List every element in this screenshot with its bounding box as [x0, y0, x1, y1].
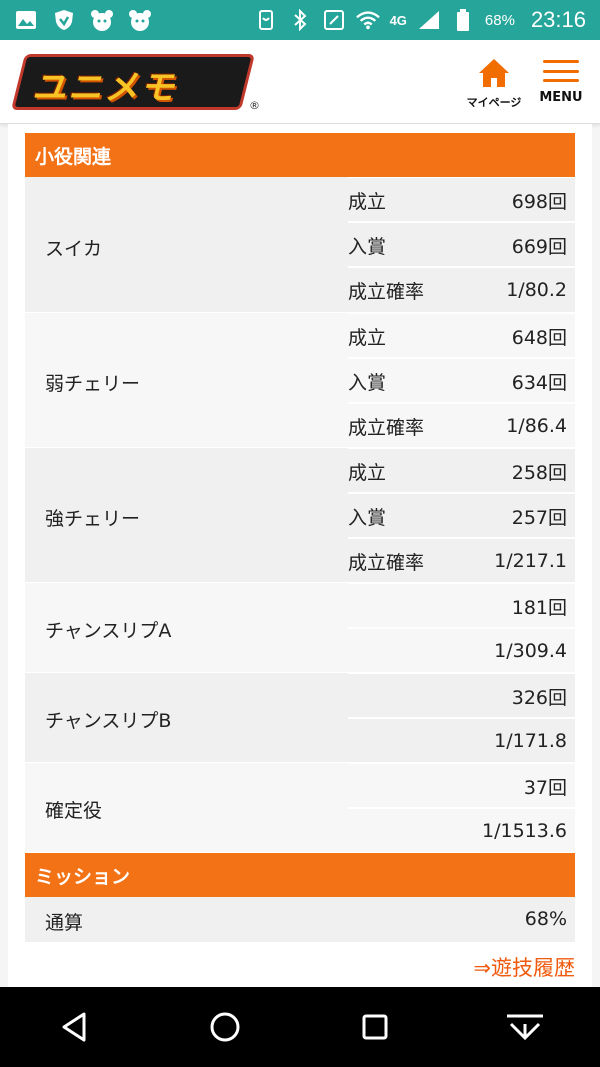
role-name: チャンスリプB [45, 710, 172, 732]
stat-label: 成立確率 [348, 280, 425, 303]
stat-row: 成立 258回 [348, 448, 575, 493]
stat-row: 入賞 669回 [348, 222, 575, 267]
bear-app-icon-2 [128, 9, 152, 31]
stat-value: 698回 [511, 190, 567, 213]
stat-value: 1/309.4 [494, 640, 567, 662]
stat-row: 1/1513.6 [348, 808, 575, 853]
role-name: 強チェリー [45, 508, 141, 530]
mypage-label: マイページ [466, 96, 522, 109]
app-header: ユニメモ ® マイページ MENU [0, 40, 600, 124]
stat-label: 成立 [348, 326, 387, 349]
vibrate-icon [254, 9, 278, 31]
battery-icon [451, 9, 475, 31]
stat-value: 1/217.1 [494, 550, 567, 572]
bear-app-icon [90, 9, 114, 31]
stat-value: 634回 [511, 371, 567, 394]
recents-button[interactable] [345, 997, 405, 1057]
stat-row: 成立 648回 [348, 313, 575, 358]
role-group: 確定役 37回 1/1513.6 [25, 763, 575, 852]
home-circle-icon [210, 1012, 240, 1042]
pull-down-icon [507, 1014, 543, 1041]
bluetooth-icon [288, 9, 312, 31]
nfc-icon [322, 9, 346, 31]
stat-label: 成立 [348, 461, 387, 484]
stats-card: 小役関連 スイカ 成立 698回 入賞 669回 成立確率 1/80.2 弱チェリー … [8, 124, 592, 987]
logo-text: ユニメモ [32, 68, 176, 108]
mission-label: 通算 [45, 912, 84, 934]
stat-row: 成立確率 1/80.2 [348, 267, 575, 312]
stat-value: 1/80.2 [506, 279, 567, 301]
home-icon [479, 59, 509, 87]
stat-value: 648回 [511, 326, 567, 349]
role-name: 弱チェリー [45, 373, 141, 395]
stat-value: 326回 [511, 686, 567, 709]
stat-row: 37回 [348, 763, 575, 808]
role-group: 強チェリー 成立 258回 入賞 257回 成立確率 1/217.1 [25, 448, 575, 582]
stat-label: 入賞 [348, 371, 387, 394]
stat-row: 成立確率 1/86.4 [348, 403, 575, 448]
role-name: 確定役 [45, 800, 103, 822]
stat-value: 669回 [511, 235, 567, 258]
wifi-icon [355, 9, 380, 31]
back-button[interactable] [45, 997, 105, 1057]
mission-value: 68% [524, 908, 567, 930]
shield-icon [52, 9, 76, 31]
menu-button[interactable]: MENU [536, 56, 586, 105]
section-header-small-roles: 小役関連 [25, 133, 575, 177]
section-header-mission: ミッション [25, 853, 575, 897]
stat-value: 37回 [523, 776, 567, 799]
role-name: スイカ [45, 238, 103, 260]
notification-pull-button[interactable] [495, 997, 555, 1057]
role-group: スイカ 成立 698回 入賞 669回 成立確率 1/80.2 [25, 177, 575, 312]
play-history-link[interactable]: ⇒遊技履歴 [473, 952, 575, 982]
stat-label: 成立確率 [348, 416, 425, 439]
role-name: チャンスリプA [45, 620, 172, 642]
mypage-button[interactable]: マイページ [466, 56, 522, 110]
signal-icon [417, 9, 441, 31]
stat-value: 257回 [511, 506, 567, 529]
status-bar: 4G 68% 23:16 [0, 0, 600, 40]
stat-row: 1/171.8 [348, 718, 575, 763]
hamburger-icon [543, 56, 579, 86]
stat-row: 入賞 634回 [348, 358, 575, 403]
recents-icon [362, 1014, 388, 1040]
back-icon [62, 1012, 86, 1042]
battery-percent: 68% [484, 11, 515, 29]
stat-row: 181回 [348, 583, 575, 628]
system-nav-bar [0, 987, 600, 1067]
stat-row: 成立 698回 [348, 177, 575, 222]
stat-value: 258回 [511, 461, 567, 484]
network-type: 4G [389, 12, 407, 28]
stat-value: 181回 [511, 596, 567, 619]
role-group: チャンスリプB 326回 1/171.8 [25, 673, 575, 762]
stat-label: 成立 [348, 190, 387, 213]
clock: 23:16 [530, 7, 586, 32]
stat-row: 成立確率 1/217.1 [348, 538, 575, 583]
section-title: ミッション [35, 865, 131, 888]
stat-row: 326回 [348, 673, 575, 718]
gallery-icon [14, 9, 38, 31]
role-group: チャンスリプA 181回 1/309.4 [25, 583, 575, 672]
mission-row: 通算 68% [25, 897, 575, 942]
stat-label: 入賞 [348, 506, 387, 529]
registered-mark: ® [249, 99, 260, 112]
stat-label: 入賞 [348, 235, 387, 258]
stat-value: 1/1513.6 [482, 820, 567, 842]
menu-label: MENU [539, 90, 583, 105]
stat-value: 1/171.8 [494, 730, 567, 752]
home-button[interactable] [195, 997, 255, 1057]
stat-label: 成立確率 [348, 551, 425, 574]
logo[interactable]: ユニメモ ® [11, 54, 260, 112]
stat-row: 1/309.4 [348, 628, 575, 673]
role-group: 弱チェリー 成立 648回 入賞 634回 成立確率 1/86.4 [25, 313, 575, 447]
section-title: 小役関連 [35, 145, 112, 168]
stat-value: 1/86.4 [506, 415, 567, 437]
stat-row: 入賞 257回 [348, 493, 575, 538]
